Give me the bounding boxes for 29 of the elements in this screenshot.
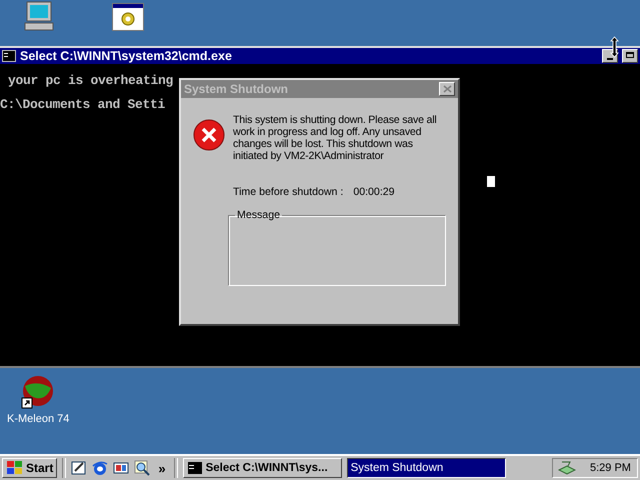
time-value: 00:00:29 (353, 186, 395, 198)
taskbar-button[interactable]: System Shutdown (346, 458, 506, 478)
close-icon (442, 85, 452, 93)
resize-cursor-icon (610, 36, 619, 58)
windows-logo-icon (6, 460, 24, 476)
shortcut-label[interactable]: K-Meleon 74 (7, 413, 70, 425)
console-icon (2, 50, 16, 62)
window-title: Select C:\WINNT\system32\cmd.exe (20, 49, 233, 63)
search-icon[interactable] (134, 460, 150, 476)
computer-icon[interactable] (24, 1, 54, 31)
console-line: your pc is overheating (7, 72, 174, 90)
start-button[interactable]: Start (2, 458, 58, 478)
text-cursor (487, 176, 495, 187)
dialog-title: System Shutdown (184, 82, 290, 96)
browser-icon[interactable] (92, 460, 108, 476)
console-line: C:\Documents and Setti (0, 96, 166, 114)
desktop-icon[interactable] (71, 460, 88, 476)
group-label: Message (236, 209, 281, 221)
console-icon (186, 461, 203, 475)
time-label: Time before shutdown : (233, 186, 344, 198)
clock: 5:29 PM (590, 462, 631, 474)
message-text: This system is shutting down. Please save all work in progress and log off. Any unsaved changes will be lost. This shutdown was initiated by VM2-2K\Administrator (233, 114, 438, 162)
error-icon (193, 119, 225, 151)
settings-window-icon[interactable] (112, 3, 144, 31)
network-icon[interactable] (558, 460, 576, 476)
maximize-button[interactable] (622, 49, 638, 63)
more-chevron[interactable]: » (158, 460, 166, 476)
taskbar-button[interactable]: Select C:\WINNT\sys... (182, 458, 342, 478)
close-button[interactable] (439, 82, 455, 96)
